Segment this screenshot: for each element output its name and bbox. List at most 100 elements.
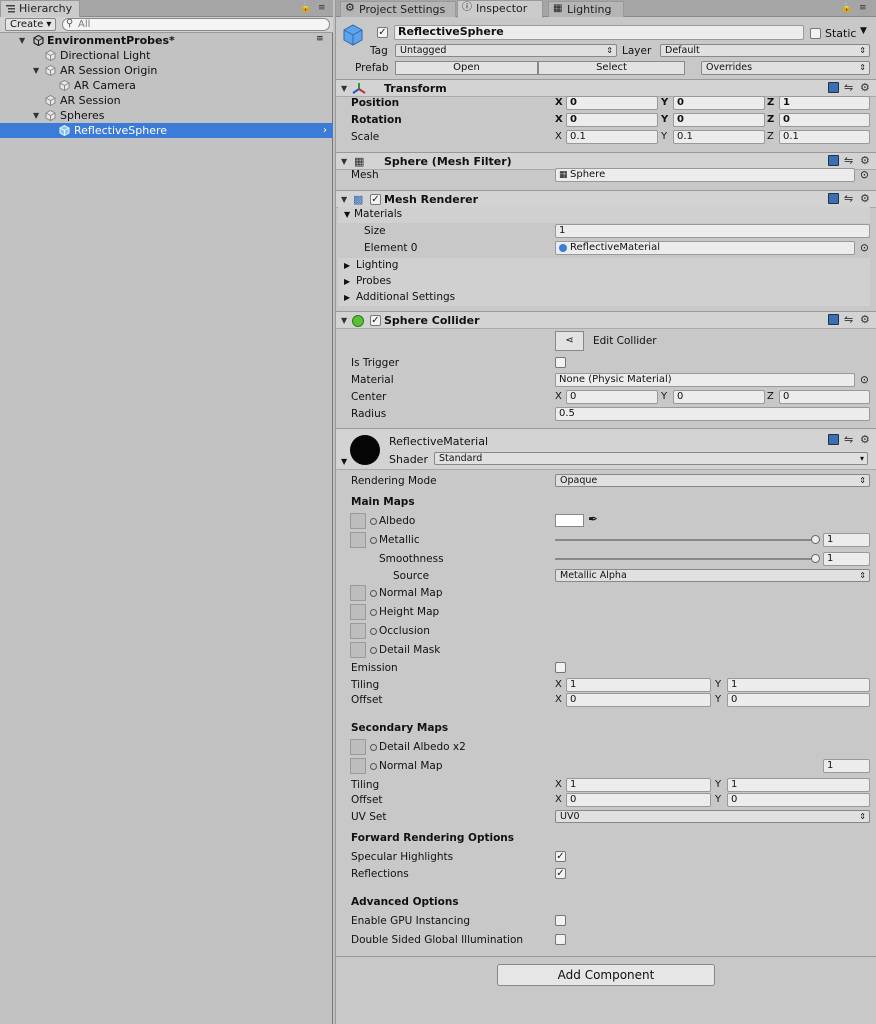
smoothness-value-field[interactable]: 1 xyxy=(823,552,870,566)
offset-x-field[interactable]: 0 xyxy=(566,693,711,707)
chevron-right-icon[interactable]: › xyxy=(323,123,327,138)
tiling-y-field[interactable]: 1 xyxy=(727,678,870,692)
expand-arrow-icon[interactable]: ▼ xyxy=(33,108,39,123)
center-z-field[interactable]: 0 xyxy=(779,390,870,404)
tag-dropdown[interactable]: Untagged ⇕ xyxy=(395,44,617,57)
lighting-foldout[interactable]: ▶ Lighting xyxy=(338,258,870,274)
probes-foldout[interactable]: ▶ Probes xyxy=(338,274,870,290)
texture-picker-icon[interactable] xyxy=(370,744,377,751)
position-y-field[interactable]: 0 xyxy=(673,96,765,110)
element-0-field[interactable]: ReflectiveMaterial xyxy=(555,241,855,255)
secondary-offset-y-field[interactable]: 0 xyxy=(727,793,870,807)
expand-arrow-icon[interactable]: ▼ xyxy=(19,33,25,48)
scene-row[interactable]: ▼ EnvironmentProbes* ≡ xyxy=(0,33,333,48)
component-gear-icon[interactable]: ⚙ xyxy=(860,155,870,167)
normal-map-texture-slot[interactable] xyxy=(350,585,366,601)
eyedropper-icon[interactable]: ✒ xyxy=(588,512,598,526)
help-book-icon[interactable] xyxy=(828,434,839,445)
materials-foldout[interactable]: ▼ Materials xyxy=(338,207,870,223)
component-gear-icon[interactable]: ⚙ xyxy=(860,82,870,94)
position-z-field[interactable]: 1 xyxy=(779,96,870,110)
reflections-checkbox[interactable]: ✓ xyxy=(555,868,566,879)
smoothness-slider-track[interactable] xyxy=(555,558,817,560)
component-gear-icon[interactable]: ⚙ xyxy=(860,314,870,326)
hierarchy-item-ar-session-origin[interactable]: ▼ AR Session Origin xyxy=(0,63,333,78)
fold-arrow-icon[interactable]: ▼ xyxy=(341,316,347,325)
scale-x-field[interactable]: 0.1 xyxy=(566,130,658,144)
detail-albedo-texture-slot[interactable] xyxy=(350,739,366,755)
secondary-normal-scale-field[interactable]: 1 xyxy=(823,759,870,773)
tab-inspector[interactable]: ⓘ Inspector xyxy=(457,0,543,18)
help-book-icon[interactable] xyxy=(828,193,839,204)
search-input[interactable]: ⚲ All xyxy=(62,18,330,31)
help-book-icon[interactable] xyxy=(828,82,839,93)
preset-sliders-icon[interactable]: ⇋ xyxy=(844,434,853,446)
fold-right-arrow-icon[interactable]: ▶ xyxy=(344,293,350,302)
emission-checkbox[interactable] xyxy=(555,662,566,673)
smoothness-slider-knob[interactable] xyxy=(811,554,820,563)
static-dropdown-icon[interactable]: ▼ xyxy=(860,26,867,36)
texture-picker-icon[interactable] xyxy=(370,647,377,654)
fold-arrow-icon[interactable]: ▼ xyxy=(341,457,347,466)
layer-dropdown[interactable]: Default ⇕ xyxy=(660,44,870,57)
metallic-slider-knob[interactable] xyxy=(811,535,820,544)
texture-picker-icon[interactable] xyxy=(370,537,377,544)
gpu-instancing-checkbox[interactable] xyxy=(555,915,566,926)
fold-arrow-icon[interactable]: ▼ xyxy=(341,195,347,204)
texture-picker-icon[interactable] xyxy=(370,628,377,635)
fold-arrow-icon[interactable]: ▼ xyxy=(344,210,350,219)
tiling-x-field[interactable]: 1 xyxy=(566,678,711,692)
object-picker-icon[interactable]: ⊙ xyxy=(860,242,869,254)
preset-sliders-icon[interactable]: ⇋ xyxy=(844,193,853,205)
secondary-tiling-y-field[interactable]: 1 xyxy=(727,778,870,792)
lock-icon[interactable]: 🔒 xyxy=(300,3,311,13)
texture-picker-icon[interactable] xyxy=(370,590,377,597)
tab-lighting[interactable]: ▦ Lighting xyxy=(548,1,624,17)
rotation-z-field[interactable]: 0 xyxy=(779,113,870,127)
metallic-slider-track[interactable] xyxy=(555,539,817,541)
fold-arrow-icon[interactable]: ▼ xyxy=(341,157,347,166)
mesh-field[interactable]: ▦ Sphere xyxy=(555,168,855,182)
object-name-input[interactable]: ReflectiveSphere xyxy=(394,25,804,40)
metallic-texture-slot[interactable] xyxy=(350,532,366,548)
component-gear-icon[interactable]: ⚙ xyxy=(860,434,870,446)
materials-size-field[interactable]: 1 xyxy=(555,224,870,238)
transform-header[interactable]: ▼ Transform ⇋ ⚙ xyxy=(336,79,876,97)
secondary-offset-x-field[interactable]: 0 xyxy=(566,793,711,807)
hierarchy-item-spheres[interactable]: ▼ Spheres xyxy=(0,108,333,123)
hierarchy-item-ar-camera[interactable]: AR Camera xyxy=(0,78,333,93)
albedo-texture-slot[interactable] xyxy=(350,513,366,529)
rotation-x-field[interactable]: 0 xyxy=(566,113,658,127)
fold-arrow-icon[interactable]: ▼ xyxy=(341,84,347,93)
rendering-mode-dropdown[interactable]: Opaque ⇕ xyxy=(555,474,870,487)
sphere-collider-header[interactable]: ▼ ✓ Sphere Collider ⇋ ⚙ xyxy=(336,311,876,329)
collider-material-field[interactable]: None (Physic Material) xyxy=(555,373,855,387)
help-book-icon[interactable] xyxy=(828,155,839,166)
specular-highlights-checkbox[interactable]: ✓ xyxy=(555,851,566,862)
expand-arrow-icon[interactable]: ▼ xyxy=(33,63,39,78)
sphere-collider-enabled-checkbox[interactable]: ✓ xyxy=(370,315,381,326)
fold-right-arrow-icon[interactable]: ▶ xyxy=(344,261,350,270)
lock-icon[interactable]: 🔒 xyxy=(841,3,852,13)
center-x-field[interactable]: 0 xyxy=(566,390,658,404)
hierarchy-item-reflective-sphere[interactable]: ReflectiveSphere › xyxy=(0,123,333,138)
height-map-texture-slot[interactable] xyxy=(350,604,366,620)
center-y-field[interactable]: 0 xyxy=(673,390,765,404)
detail-mask-texture-slot[interactable] xyxy=(350,642,366,658)
texture-picker-icon[interactable] xyxy=(370,763,377,770)
fold-right-arrow-icon[interactable]: ▶ xyxy=(344,277,350,286)
occlusion-texture-slot[interactable] xyxy=(350,623,366,639)
mesh-renderer-header[interactable]: ▼ ▩ ✓ Mesh Renderer ⇋ ⚙ xyxy=(336,190,876,208)
tab-menu-icon[interactable]: ≡ xyxy=(318,3,326,13)
active-checkbox[interactable]: ✓ xyxy=(377,27,388,38)
scale-y-field[interactable]: 0.1 xyxy=(673,130,765,144)
tab-hierarchy[interactable]: Hierarchy xyxy=(0,0,80,18)
object-picker-icon[interactable]: ⊙ xyxy=(860,374,869,386)
prefab-open-button[interactable]: Open xyxy=(395,61,538,75)
object-picker-icon[interactable]: ⊙ xyxy=(860,169,869,181)
preset-sliders-icon[interactable]: ⇋ xyxy=(844,82,853,94)
additional-settings-foldout[interactable]: ▶ Additional Settings xyxy=(338,290,870,306)
component-gear-icon[interactable]: ⚙ xyxy=(860,193,870,205)
material-header[interactable]: ▼ ReflectiveMaterial Shader Standard ▾ ⇋ … xyxy=(336,428,876,470)
mesh-renderer-enabled-checkbox[interactable]: ✓ xyxy=(370,194,381,205)
